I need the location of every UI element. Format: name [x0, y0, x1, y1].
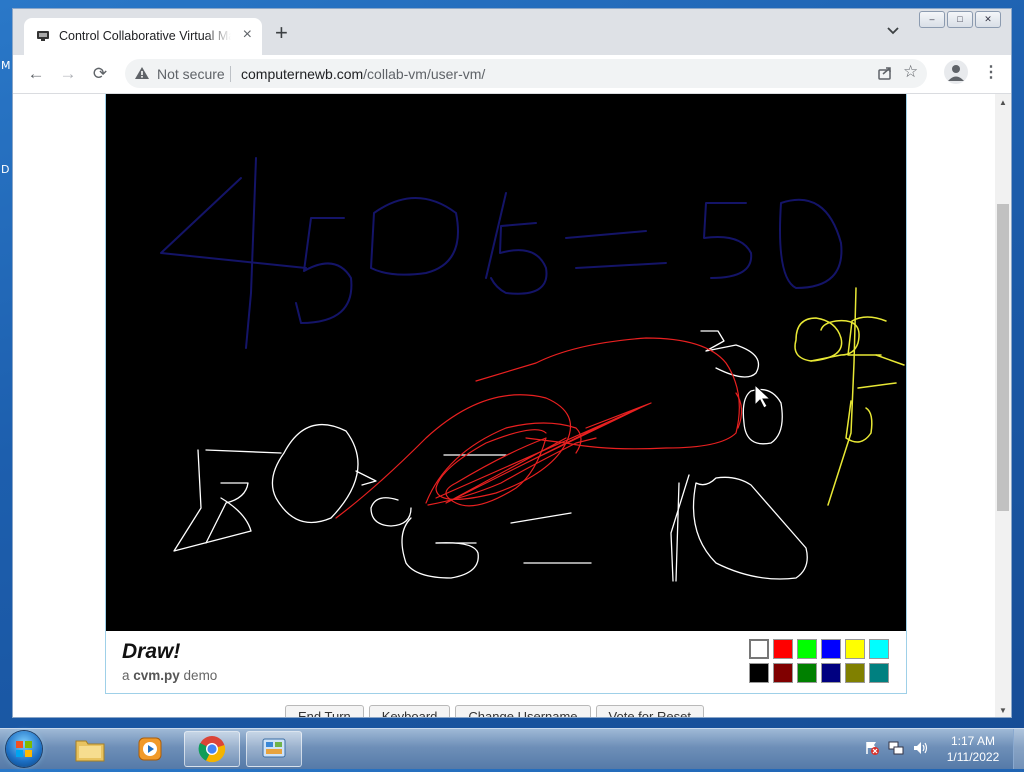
color-swatch[interactable] — [797, 639, 817, 659]
explorer-taskbar-button[interactable] — [62, 731, 118, 767]
address-bar[interactable]: Not secure computernewb.com/collab-vm/us… — [125, 59, 927, 88]
chevron-down-icon[interactable] — [887, 26, 899, 36]
url-path: /collab-vm/user-vm/ — [363, 66, 486, 82]
action-center-icon[interactable] — [864, 740, 880, 756]
color-swatch[interactable] — [869, 639, 889, 659]
desktop-icon-label: M — [1, 59, 11, 72]
security-status[interactable]: Not secure — [157, 66, 225, 82]
maximize-button[interactable]: □ — [947, 11, 973, 28]
control-panel-taskbar-button[interactable] — [246, 731, 302, 767]
vm-controls: End Turn Keyboard Change Username Vote f… — [285, 705, 704, 717]
app-title: Draw! — [122, 640, 181, 663]
folder-icon — [75, 740, 105, 762]
url-text[interactable]: computernewb.com/collab-vm/user-vm/ — [241, 66, 485, 82]
close-tab-icon[interactable]: × — [243, 27, 252, 43]
new-tab-button[interactable]: + — [275, 22, 288, 44]
drawing-footer: Draw! a cvm.py demo — [106, 631, 906, 693]
subtitle-prefix: a — [122, 668, 134, 683]
color-swatch[interactable] — [773, 639, 793, 659]
drawing-canvas[interactable] — [106, 94, 906, 631]
url-host: computernewb.com — [241, 66, 364, 82]
color-swatch[interactable] — [869, 663, 889, 683]
reload-button[interactable]: ⟳ — [90, 64, 110, 84]
mouse-cursor-icon — [754, 383, 772, 409]
person-icon — [948, 65, 964, 81]
change-username-button[interactable]: Change Username — [455, 705, 591, 717]
yellow-scribbles — [794, 287, 905, 506]
system-tray — [864, 740, 928, 756]
color-swatch[interactable] — [845, 663, 865, 683]
scroll-up-arrow-icon[interactable]: ▲ — [999, 98, 1007, 107]
end-turn-button[interactable]: End Turn — [285, 705, 364, 717]
back-button[interactable]: ← — [26, 64, 46, 84]
browser-tab[interactable]: Control Collaborative Virtual Ma × — [24, 18, 262, 55]
scroll-thumb[interactable] — [997, 204, 1009, 511]
page-scrollbar[interactable]: ▲ ▼ — [995, 94, 1011, 717]
page-content: Draw! a cvm.py demo End Turn Keyboard Ch… — [13, 94, 995, 717]
red-scribbles — [335, 337, 743, 519]
system-clock[interactable]: 1:17 AM 1/11/2022 — [940, 733, 1006, 765]
subtitle-suffix: demo — [179, 668, 218, 683]
color-swatch[interactable] — [797, 663, 817, 683]
clock-time: 1:17 AM — [950, 734, 996, 748]
color-swatch[interactable] — [773, 663, 793, 683]
tab-title: Control Collaborative Virtual Ma — [59, 29, 231, 43]
window-controls: ‒ □ ✕ — [919, 11, 1001, 28]
minimize-button[interactable]: ‒ — [919, 11, 945, 28]
color-swatch[interactable] — [749, 639, 769, 659]
color-swatch[interactable] — [821, 663, 841, 683]
network-icon[interactable] — [888, 740, 904, 756]
volume-icon[interactable] — [912, 740, 928, 756]
media-player-icon — [138, 737, 162, 761]
browser-window: Control Collaborative Virtual Ma × + ‒ □… — [12, 8, 1012, 718]
scroll-down-arrow-icon[interactable]: ▼ — [999, 706, 1007, 715]
clock-date: 1/11/2022 — [946, 750, 1000, 764]
blue-scribbles — [160, 157, 843, 349]
control-panel-icon — [262, 738, 286, 758]
vote-reset-button[interactable]: Vote for Reset — [595, 705, 704, 717]
white-scribbles — [173, 330, 808, 582]
vm-screen[interactable] — [106, 94, 906, 631]
vm-display-frame: Draw! a cvm.py demo — [105, 94, 907, 694]
chrome-taskbar-button[interactable] — [184, 731, 240, 767]
windows-logo-icon — [16, 741, 32, 757]
profile-avatar[interactable] — [944, 60, 968, 84]
keyboard-button[interactable]: Keyboard — [368, 705, 451, 717]
taskbar: 1:17 AM 1/11/2022 — [0, 728, 1024, 769]
show-desktop-button[interactable] — [1013, 729, 1024, 769]
omnibox-divider — [230, 66, 231, 82]
subtitle-app-name: cvm.py — [133, 668, 180, 683]
tab-strip: Control Collaborative Virtual Ma × + ‒ □… — [13, 9, 1011, 55]
media-player-taskbar-button[interactable] — [122, 731, 178, 767]
collabvm-favicon-icon — [37, 31, 49, 41]
browser-toolbar: ← → ⟳ Not secure computernewb.com/collab… — [13, 55, 1011, 94]
bookmark-star-icon[interactable]: ☆ — [903, 62, 918, 82]
start-button[interactable] — [6, 731, 42, 767]
chrome-icon — [198, 736, 226, 763]
app-subtitle: a cvm.py demo — [122, 668, 217, 683]
browser-menu-button[interactable]: ⋮ — [983, 62, 999, 82]
color-swatch[interactable] — [845, 639, 865, 659]
color-palette — [749, 639, 889, 683]
color-swatch[interactable] — [749, 663, 769, 683]
share-icon[interactable] — [877, 65, 893, 81]
desktop-icon-label: D — [1, 163, 10, 176]
warning-icon[interactable] — [135, 67, 149, 79]
close-window-button[interactable]: ✕ — [975, 11, 1001, 28]
color-swatch[interactable] — [821, 639, 841, 659]
forward-button[interactable]: → — [58, 64, 78, 84]
